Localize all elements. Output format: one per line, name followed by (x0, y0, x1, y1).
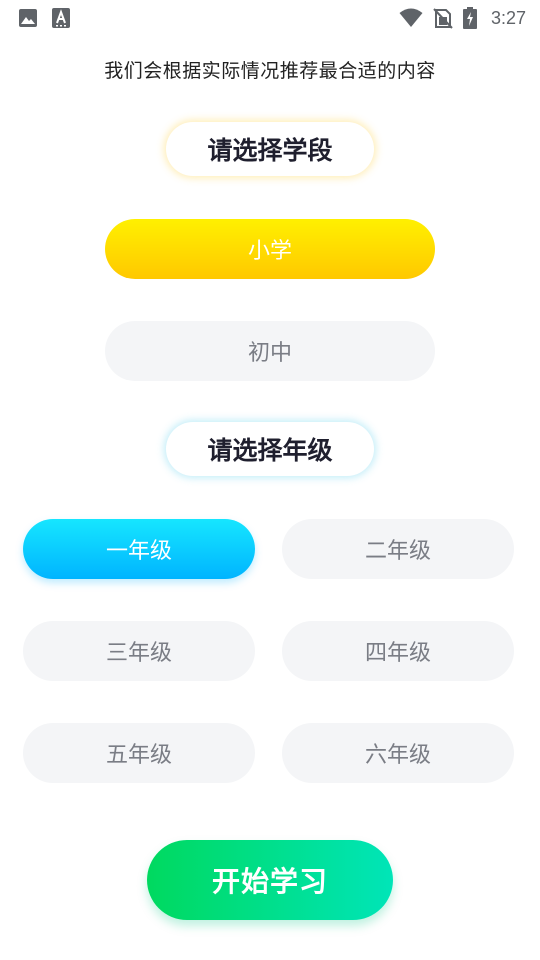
status-time: 3:27 (490, 7, 526, 28)
start-learning-button[interactable]: 开始学习 (147, 840, 393, 920)
grade-option-4[interactable]: 四年级 (282, 621, 514, 681)
screen: 3:27 我们会根据实际情况推荐最合适的内容 请选择学段 小学 初中 请选择年级… (0, 0, 540, 960)
stage-option-junior[interactable]: 初中 (105, 321, 435, 381)
status-bar: 3:27 (0, 0, 540, 36)
status-bar-right: 3:27 (399, 7, 526, 29)
wifi-icon (399, 8, 423, 28)
battery-charging-icon (462, 7, 477, 29)
no-sim-icon (433, 7, 453, 29)
grade-option-1[interactable]: 一年级 (23, 519, 255, 579)
stage-section-heading: 请选择学段 (166, 122, 374, 176)
page-subtitle: 我们会根据实际情况推荐最合适的内容 (104, 60, 436, 82)
accessibility-icon (52, 8, 70, 28)
stage-option-primary[interactable]: 小学 (105, 219, 435, 279)
image-icon (18, 8, 38, 28)
grade-option-2[interactable]: 二年级 (282, 519, 514, 579)
status-bar-left (18, 8, 70, 28)
grade-option-5[interactable]: 五年级 (23, 723, 255, 783)
grade-option-3[interactable]: 三年级 (23, 621, 255, 681)
grade-option-6[interactable]: 六年级 (282, 723, 514, 783)
grade-section-heading: 请选择年级 (166, 422, 374, 476)
